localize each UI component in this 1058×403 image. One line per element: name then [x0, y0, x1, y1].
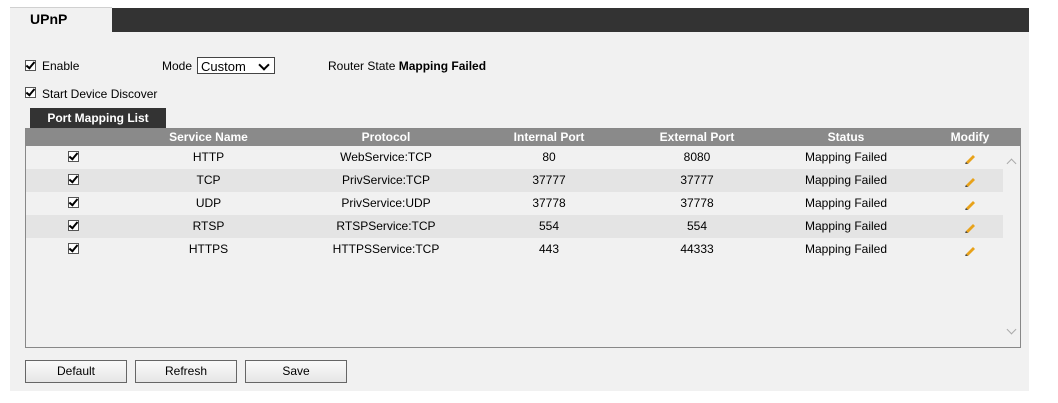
- cell-external-port: 44333: [680, 242, 714, 256]
- column-header-modify: Modify: [950, 130, 990, 144]
- enable-label: Enable: [42, 59, 80, 73]
- tab-port-mapping-list[interactable]: Port Mapping List: [30, 108, 166, 128]
- pencil-icon[interactable]: [963, 151, 977, 165]
- cell-service-name: TCP: [196, 173, 221, 187]
- cell-external-port: 8080: [683, 150, 711, 164]
- cell-status: Mapping Failed: [804, 196, 888, 210]
- router-state-value: Mapping Failed: [398, 59, 487, 73]
- enable-checkbox[interactable]: [25, 60, 36, 71]
- mode-select-value: Custom: [201, 59, 246, 74]
- cell-external-port: 554: [686, 219, 708, 233]
- row-checkbox[interactable]: [68, 151, 79, 163]
- cell-status: Mapping Failed: [804, 173, 888, 187]
- tab-upnp[interactable]: UPnP: [10, 7, 112, 32]
- upnp-page: UPnP Enable Mode Custom Router State Map…: [0, 0, 1058, 403]
- cell-protocol: HTTPSService:TCP: [332, 242, 440, 256]
- cell-service-name: HTTPS: [188, 242, 229, 256]
- table-row: HTTPS HTTPSService:TCP 443 44333 Mapping…: [26, 238, 1020, 261]
- scroll-down-icon[interactable]: [1006, 324, 1017, 335]
- cell-internal-port: 554: [538, 219, 560, 233]
- cell-protocol: RTSPService:TCP: [336, 219, 436, 233]
- top-tab-bar: [10, 8, 1029, 32]
- column-header-external-port: External Port: [659, 130, 735, 144]
- table-scrollbar[interactable]: [1003, 146, 1020, 347]
- refresh-button[interactable]: Refresh: [135, 360, 237, 383]
- save-button[interactable]: Save: [245, 360, 347, 383]
- start-device-discover-row: Start Device Discover: [25, 86, 325, 102]
- cell-status: Mapping Failed: [804, 242, 888, 256]
- cell-internal-port: 37777: [532, 173, 566, 187]
- row-checkbox[interactable]: [68, 243, 79, 255]
- table-row: RTSP RTSPService:TCP 554 554 Mapping Fai…: [26, 215, 1020, 238]
- row-checkbox[interactable]: [68, 197, 79, 209]
- pencil-icon[interactable]: [963, 220, 977, 234]
- column-header-status: Status: [827, 130, 865, 144]
- cell-status: Mapping Failed: [804, 150, 888, 164]
- table-row: UDP PrivService:UDP 37778 37778 Mapping …: [26, 192, 1020, 215]
- scroll-up-icon[interactable]: [1006, 158, 1017, 169]
- pencil-icon[interactable]: [963, 197, 977, 211]
- router-state: Router State Mapping Failed: [328, 59, 486, 73]
- mode-label: Mode: [162, 59, 193, 73]
- cell-internal-port: 80: [542, 150, 556, 164]
- default-button[interactable]: Default: [25, 360, 127, 383]
- router-state-label: Router State: [328, 59, 396, 73]
- chevron-down-icon: [258, 59, 270, 71]
- settings-row: Enable Mode Custom Router State Mapping …: [25, 57, 625, 75]
- table-row: HTTP WebService:TCP 80 8080 Mapping Fail…: [26, 146, 1020, 169]
- cell-protocol: WebService:TCP: [340, 150, 432, 164]
- cell-protocol: PrivService:UDP: [341, 196, 431, 210]
- table-header: Service Name Protocol Internal Port Exte…: [26, 129, 1020, 146]
- cell-protocol: PrivService:TCP: [341, 173, 430, 187]
- cell-service-name: RTSP: [192, 219, 225, 233]
- cell-external-port: 37777: [680, 173, 714, 187]
- cell-service-name: UDP: [195, 196, 222, 210]
- pencil-icon[interactable]: [963, 243, 977, 257]
- column-header-service-name: Service Name: [169, 130, 248, 144]
- cell-external-port: 37778: [680, 196, 714, 210]
- start-device-discover-label: Start Device Discover: [42, 87, 158, 101]
- cell-internal-port: 443: [538, 242, 560, 256]
- start-device-discover-checkbox[interactable]: [25, 87, 36, 98]
- cell-internal-port: 37778: [532, 196, 566, 210]
- port-mapping-table: Service Name Protocol Internal Port Exte…: [25, 128, 1021, 348]
- row-checkbox[interactable]: [68, 220, 79, 232]
- pencil-icon[interactable]: [963, 174, 977, 188]
- column-header-internal-port: Internal Port: [513, 130, 585, 144]
- cell-service-name: HTTP: [192, 150, 225, 164]
- row-checkbox[interactable]: [68, 174, 79, 186]
- mode-select[interactable]: Custom: [197, 57, 275, 74]
- table-row: TCP PrivService:TCP 37777 37777 Mapping …: [26, 169, 1020, 192]
- column-header-protocol: Protocol: [361, 130, 411, 144]
- cell-status: Mapping Failed: [804, 219, 888, 233]
